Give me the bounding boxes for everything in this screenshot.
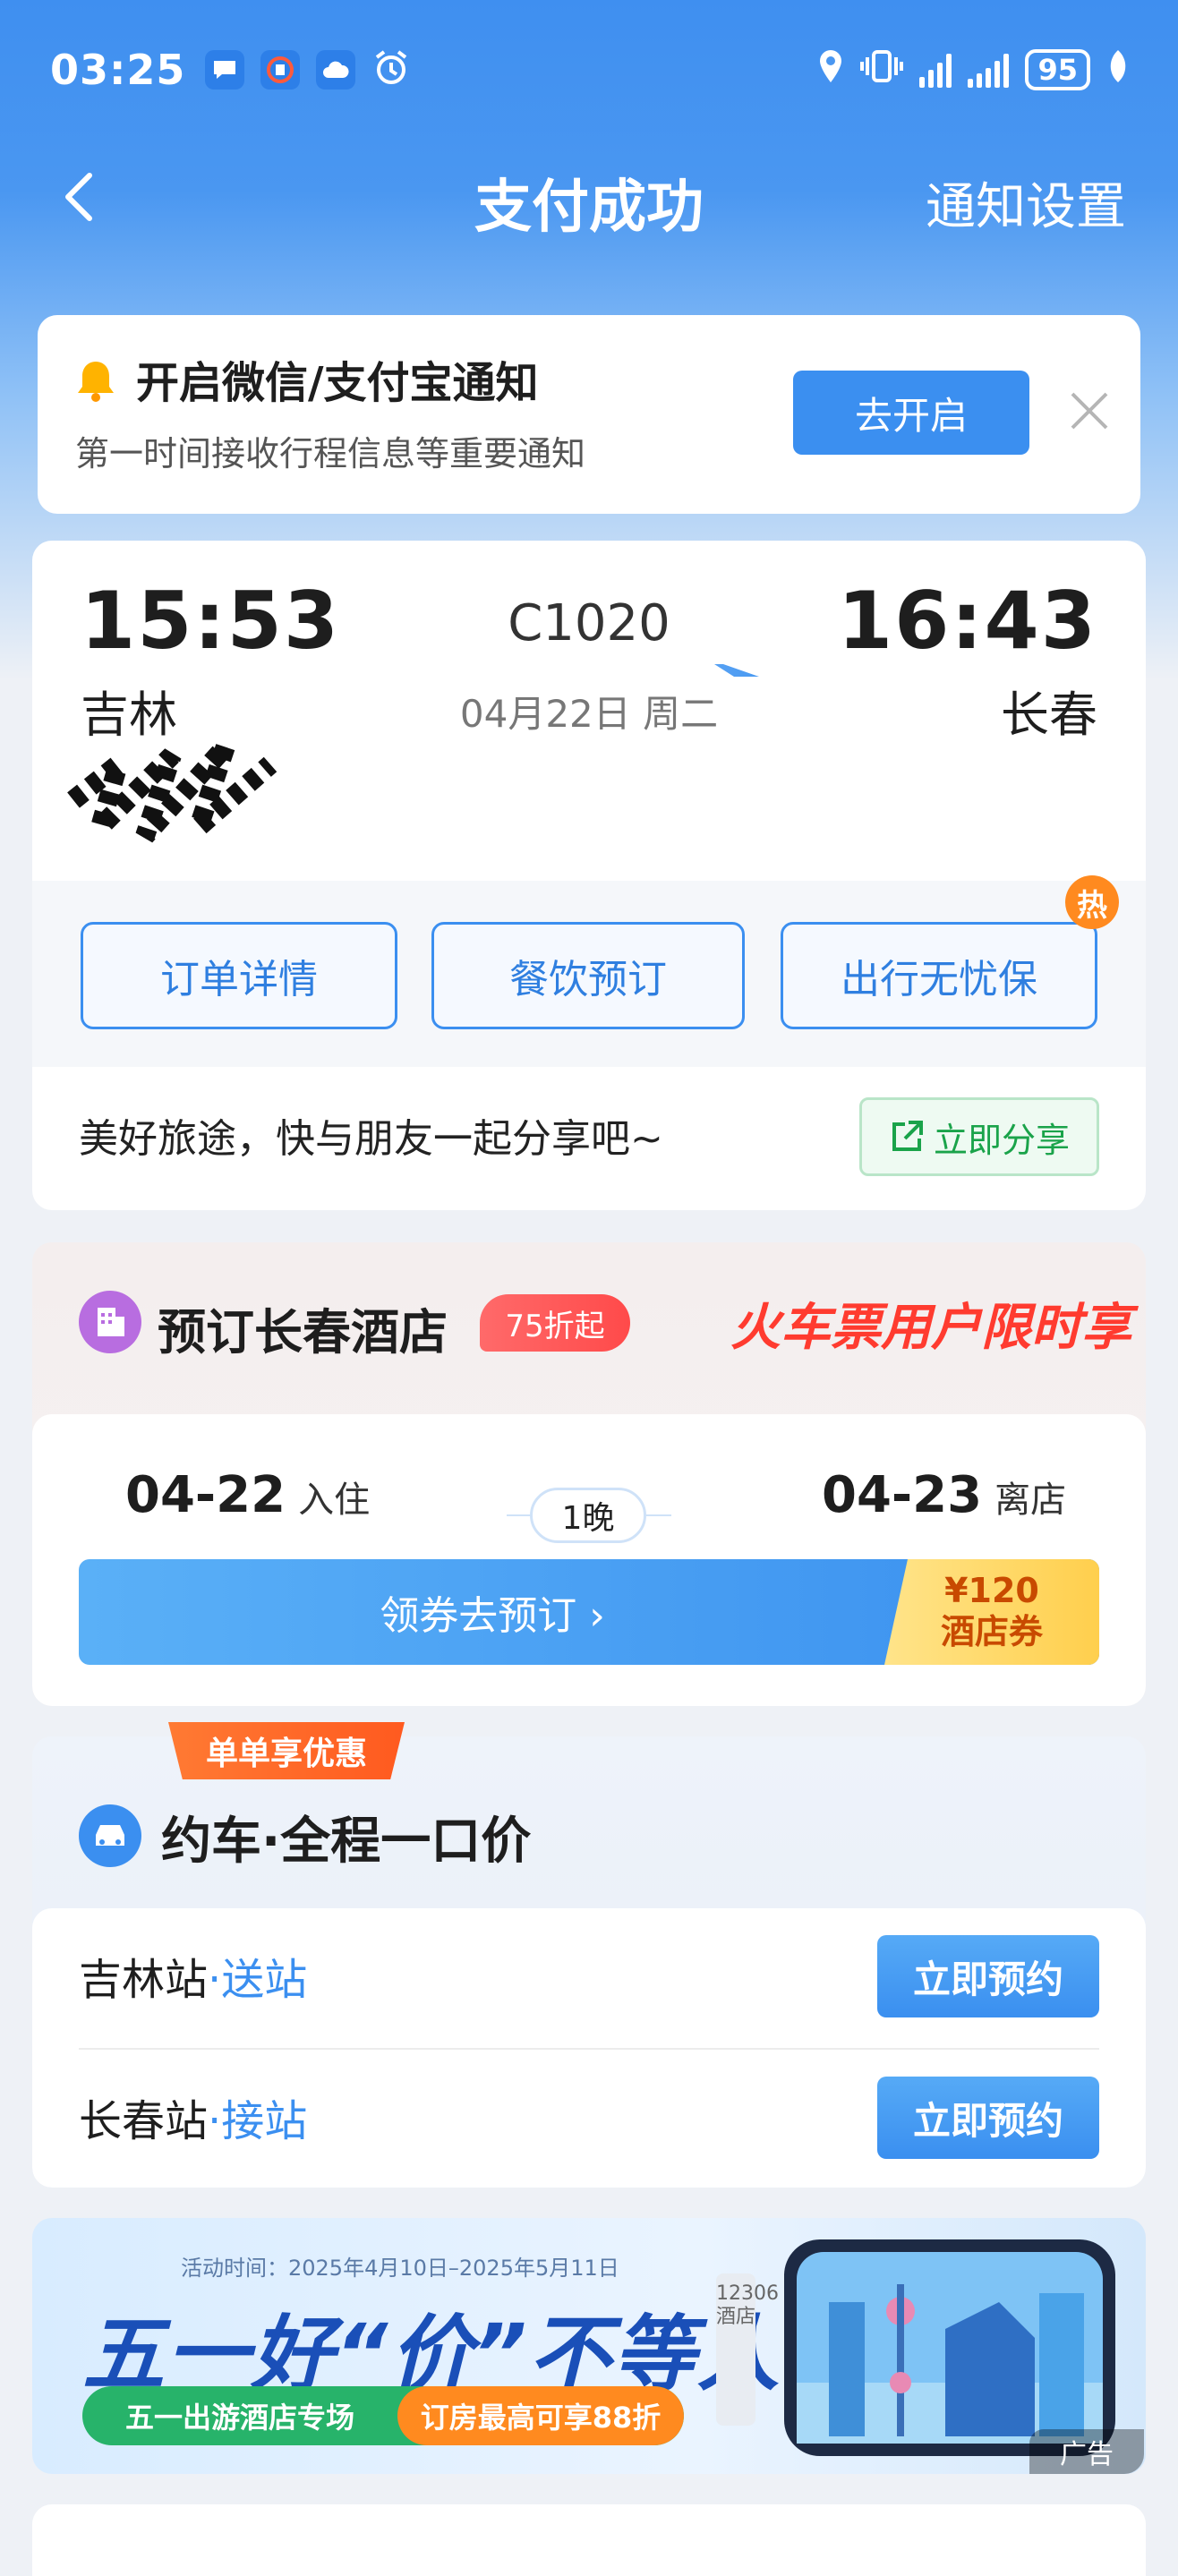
share-text: 美好旅途，快与朋友一起分享吧~ [79, 1116, 663, 1162]
hotel-discount-badge: 75折起 [480, 1294, 630, 1352]
share-button-label: 立即分享 [933, 1120, 1070, 1160]
hotel-booking-panel: 04-22 入住 1晚 04-23 离店 领券去预订 › ¥120 酒店券 [32, 1414, 1146, 1706]
checkin-date: 04-22 [125, 1466, 286, 1524]
hotel-coupon-cta: 领券去预订 › [380, 1593, 605, 1639]
hotel-icon [79, 1291, 141, 1353]
share-button[interactable]: 立即分享 [859, 1097, 1099, 1176]
car-booking-panel: 吉林站·送站 立即预约 长春站·接站 立即预约 [32, 1908, 1146, 2188]
notification-subtitle: 第一时间接收行程信息等重要通知 [75, 434, 586, 473]
car-icon [79, 1804, 141, 1867]
station-kind: ·送站 [208, 1955, 308, 2005]
bell-icon [72, 356, 120, 405]
notification-card: 开启微信/支付宝通知 第一时间接收行程信息等重要通知 去开启 [38, 315, 1140, 514]
status-time: 03:25 [50, 46, 186, 94]
hotel-card: 预订长春酒店 75折起 火车票用户限时享 04-22 入住 1晚 04-23 离… [32, 1242, 1146, 1706]
checkin-label: 入住 [298, 1480, 371, 1521]
arrive-city: 长春 [1001, 687, 1097, 743]
status-bar-right: 95 [817, 41, 1130, 98]
close-icon[interactable] [1067, 388, 1112, 433]
station-kind: ·接站 [208, 2096, 308, 2146]
coupon-amount: ¥120 [944, 1571, 1039, 1610]
hotel-title: 预订长春酒店 [158, 1304, 448, 1361]
car-row-station: 长春站·接站 [79, 2086, 307, 2148]
arrive-time: 16:43 [837, 575, 1097, 667]
book-pickup-button[interactable]: 立即预约 [877, 2077, 1099, 2159]
banner-side-tag: 12306酒店 [716, 2273, 779, 2426]
hotel-coupon-tag: ¥120 酒店券 [884, 1559, 1099, 1665]
checkout-label: 离店 [994, 1480, 1067, 1521]
hotel-slogan: 火车票用户限时享 [730, 1299, 1131, 1357]
location-icon [817, 48, 844, 92]
redacted-mark [67, 737, 277, 845]
order-detail-button[interactable]: 订单详情 [81, 922, 397, 1029]
notification-settings-link[interactable]: 通知设置 [926, 166, 1126, 239]
checkout-date: 04-23 [822, 1466, 983, 1524]
share-icon [892, 1121, 923, 1151]
railway-app-icon [260, 50, 301, 90]
checkin[interactable]: 04-22 入住 [125, 1466, 370, 1524]
banner-pill-right: 订房最高可享88折 [397, 2386, 684, 2445]
car-promo-ribbon: 单单享优惠 [168, 1722, 405, 1779]
checkout[interactable]: 04-23 离店 [822, 1466, 1066, 1524]
station-name: 吉林站 [79, 1955, 209, 2005]
status-bar: 03:25 [50, 41, 411, 98]
nights-badge: 1晚 [530, 1488, 646, 1543]
row-divider [79, 2048, 1099, 2050]
arrow-right-icon [419, 664, 759, 677]
next-card [32, 2504, 1146, 2576]
signal-icon [968, 52, 1010, 88]
banner-date-range: 活动时间：2025年4月10日–2025年5月11日 [181, 2256, 619, 2281]
banner-pill: 五一出游酒店专场 订房最高可享88折 [82, 2386, 684, 2445]
hotel-coupon-button[interactable]: 领券去预订 › ¥120 酒店券 [79, 1559, 1099, 1665]
banner-pill-left: 五一出游酒店专场 [124, 2401, 354, 2435]
leaf-icon [1106, 48, 1130, 92]
cloud-icon [316, 50, 356, 90]
share-card: 美好旅途，快与朋友一起分享吧~ 立即分享 [32, 1067, 1146, 1210]
enable-notification-button[interactable]: 去开启 [793, 371, 1029, 455]
chat-icon [205, 50, 245, 90]
trip-actions: 订单详情 餐饮预订 出行无忧保 热 [32, 875, 1146, 1067]
coupon-label: 酒店券 [940, 1612, 1043, 1651]
promo-banner[interactable]: 活动时间：2025年4月10日–2025年5月11日 五一好“价”不等人 五一出… [32, 2218, 1146, 2474]
car-title: 约车·全程一口价 [161, 1813, 532, 1871]
trip-card: 15:53 吉林 C1020 04月22日 周二 16:43 长春 [32, 541, 1146, 881]
car-row-station: 吉林站·送站 [79, 1944, 307, 2007]
dining-button[interactable]: 餐饮预订 [431, 922, 745, 1029]
alarm-icon [371, 48, 411, 91]
car-card: 约车·全程一口价 吉林站·送站 立即预约 长春站·接站 立即预约 [32, 1736, 1146, 2188]
ad-label: 广告 [1029, 2429, 1144, 2474]
hot-badge: 热 [1065, 875, 1119, 929]
book-dropoff-button[interactable]: 立即预约 [877, 1935, 1099, 2017]
signal-icon [919, 52, 952, 88]
battery-icon: 95 [1025, 49, 1090, 90]
vibrate-icon [860, 48, 904, 92]
insurance-button[interactable]: 出行无忧保 [781, 922, 1097, 1029]
notification-title: 开启微信/支付宝通知 [136, 358, 539, 408]
station-name: 长春站 [79, 2096, 209, 2146]
